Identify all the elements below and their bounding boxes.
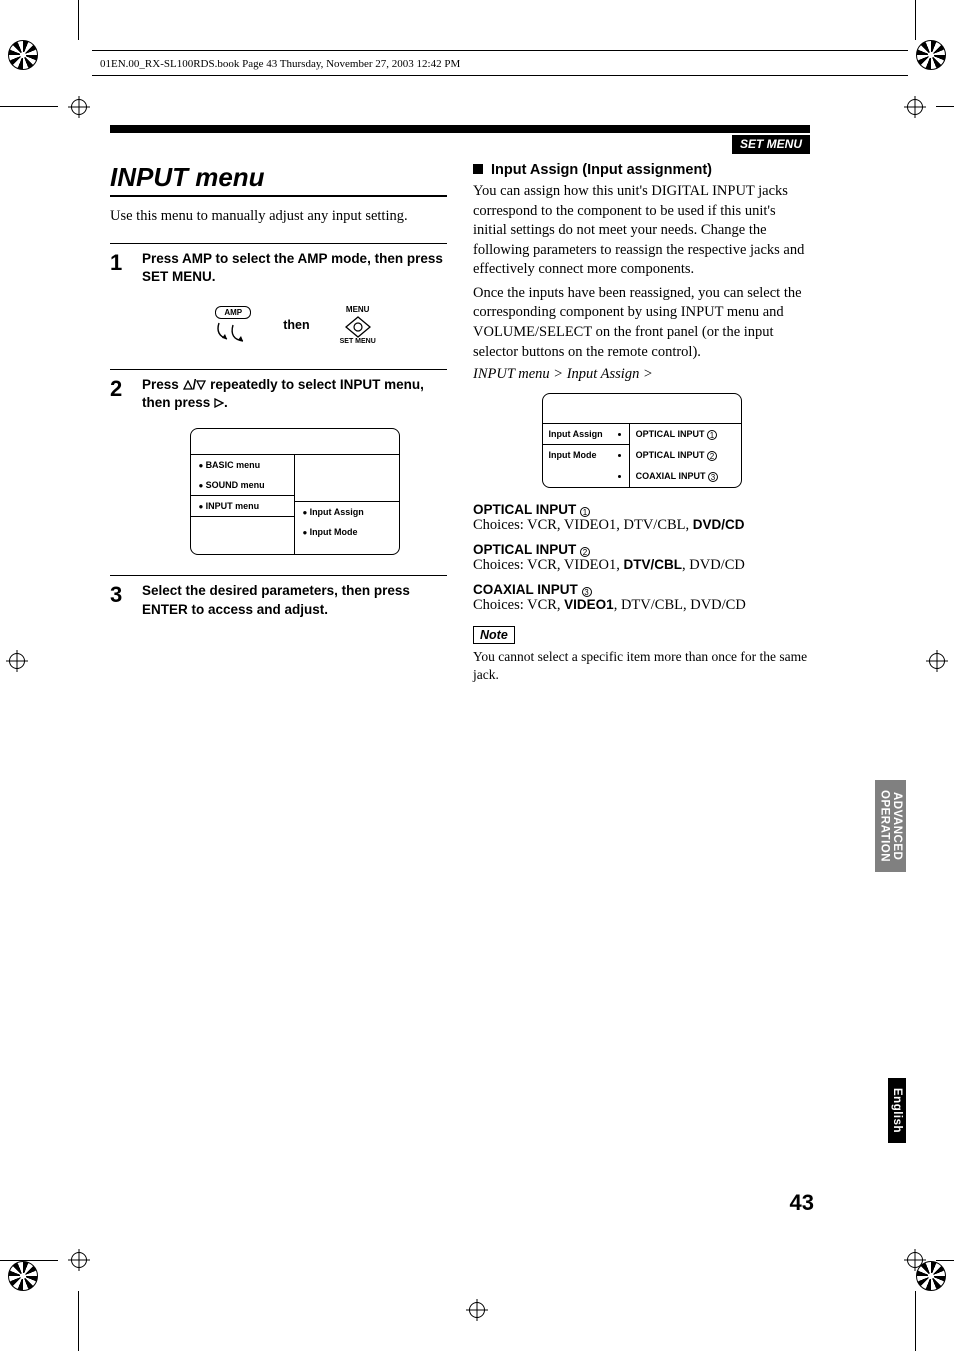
osd-left-list: BASIC menu SOUND menu INPUT menu	[191, 455, 295, 554]
osd-input-assign: Input Assign Input Mode OPTICAL INPUT 1 …	[542, 393, 742, 488]
osd2-right-list: OPTICAL INPUT 1 OPTICAL INPUT 2 COAXIAL …	[630, 424, 741, 487]
osd-input-menu: BASIC menu SOUND menu INPUT menu Input A…	[190, 428, 400, 555]
top-black-bar	[110, 125, 810, 133]
osd-right-list: Input Assign Input Mode	[295, 455, 399, 554]
para-1: You can assign how this unit's DIGITAL I…	[473, 182, 810, 280]
cropmark-left-mid	[6, 650, 28, 672]
down-icon	[196, 380, 206, 390]
note-title: Note	[473, 626, 515, 644]
section-tab: SET MENU	[732, 135, 810, 154]
right-icon	[214, 398, 224, 408]
crop-line	[915, 0, 916, 40]
step-2-text: Press / repeatedly to select INPUT menu,…	[142, 376, 447, 412]
osd-item-input: INPUT menu	[191, 495, 294, 517]
def-optical-1: OPTICAL INPUT 1 Choices: VCR, VIDEO1, DT…	[473, 502, 810, 534]
step-1: 1 Press AMP to select the AMP mode, then…	[110, 243, 447, 349]
step-3: 3 Select the desired parameters, then pr…	[110, 575, 447, 618]
para-2: Once the inputs have been reassigned, yo…	[473, 284, 810, 362]
osd-item-assign: Input Assign	[295, 501, 399, 522]
side-tab-english: English	[888, 1078, 906, 1143]
menu-label: MENU	[340, 305, 376, 314]
page-title: INPUT menu	[110, 162, 447, 197]
crop-line	[0, 1260, 58, 1261]
menu-button-graphic: MENU SET MENU	[340, 305, 376, 345]
osd2-coax3: COAXIAL INPUT 3	[630, 466, 741, 487]
subheading-input-assign: Input Assign (Input assignment)	[473, 162, 810, 178]
step-1-num: 1	[110, 250, 130, 349]
cropmark-right-bot	[904, 1249, 926, 1271]
header-path: 01EN.00_RX-SL100RDS.book Page 43 Thursda…	[100, 58, 460, 70]
cropmark-center-bot	[466, 1299, 488, 1321]
step-1-text: Press AMP to select the AMP mode, then p…	[142, 250, 447, 286]
step-3-num: 3	[110, 582, 130, 618]
crop-line	[0, 106, 58, 107]
crop-line	[915, 1291, 916, 1351]
step-2: 2 Press / repeatedly to select INPUT men…	[110, 369, 447, 555]
def-optical-2: OPTICAL INPUT 2 Choices: VCR, VIDEO1, DT…	[473, 542, 810, 574]
amp-button-graphic: AMP	[213, 304, 253, 345]
setmenu-label: SET MENU	[340, 338, 376, 345]
cropmark-left-top	[68, 96, 90, 118]
press-arrow-icon	[213, 321, 253, 345]
page-number: 43	[790, 1190, 814, 1216]
regmark-bl	[8, 1261, 38, 1291]
breadcrumb: INPUT menu > Input Assign >	[473, 366, 810, 383]
regmark-tr	[916, 40, 946, 70]
regmark-tl	[8, 40, 38, 70]
osd2-opt2: OPTICAL INPUT 2	[630, 445, 741, 466]
side-tab-advanced-operation: ADVANCEDOPERATION	[875, 780, 906, 872]
osd-item-basic: BASIC menu	[191, 455, 294, 475]
step-2-num: 2	[110, 376, 130, 555]
osd-item-sound: SOUND menu	[191, 475, 294, 495]
cropmark-right-mid	[926, 650, 948, 672]
intro-text: Use this menu to manually adjust any inp…	[110, 207, 447, 227]
cropmark-left-bot	[68, 1249, 90, 1271]
square-bullet-icon	[473, 164, 483, 174]
def-coaxial-3: COAXIAL INPUT 3 Choices: VCR, VIDEO1, DT…	[473, 582, 810, 614]
up-icon	[183, 380, 193, 390]
crop-line	[936, 106, 954, 107]
crop-line	[78, 1291, 79, 1351]
osd-item-mode: Input Mode	[295, 522, 399, 542]
menu-pad-icon	[345, 316, 371, 338]
osd2-opt1: OPTICAL INPUT 1	[630, 424, 741, 445]
step-3-text: Select the desired parameters, then pres…	[142, 582, 447, 618]
note-text: You cannot select a specific item more t…	[473, 648, 810, 683]
amp-button-label: AMP	[215, 306, 251, 319]
then-label: then	[283, 318, 309, 332]
crop-line	[936, 1260, 954, 1261]
cropmark-right-top	[904, 96, 926, 118]
crop-line	[78, 0, 79, 40]
